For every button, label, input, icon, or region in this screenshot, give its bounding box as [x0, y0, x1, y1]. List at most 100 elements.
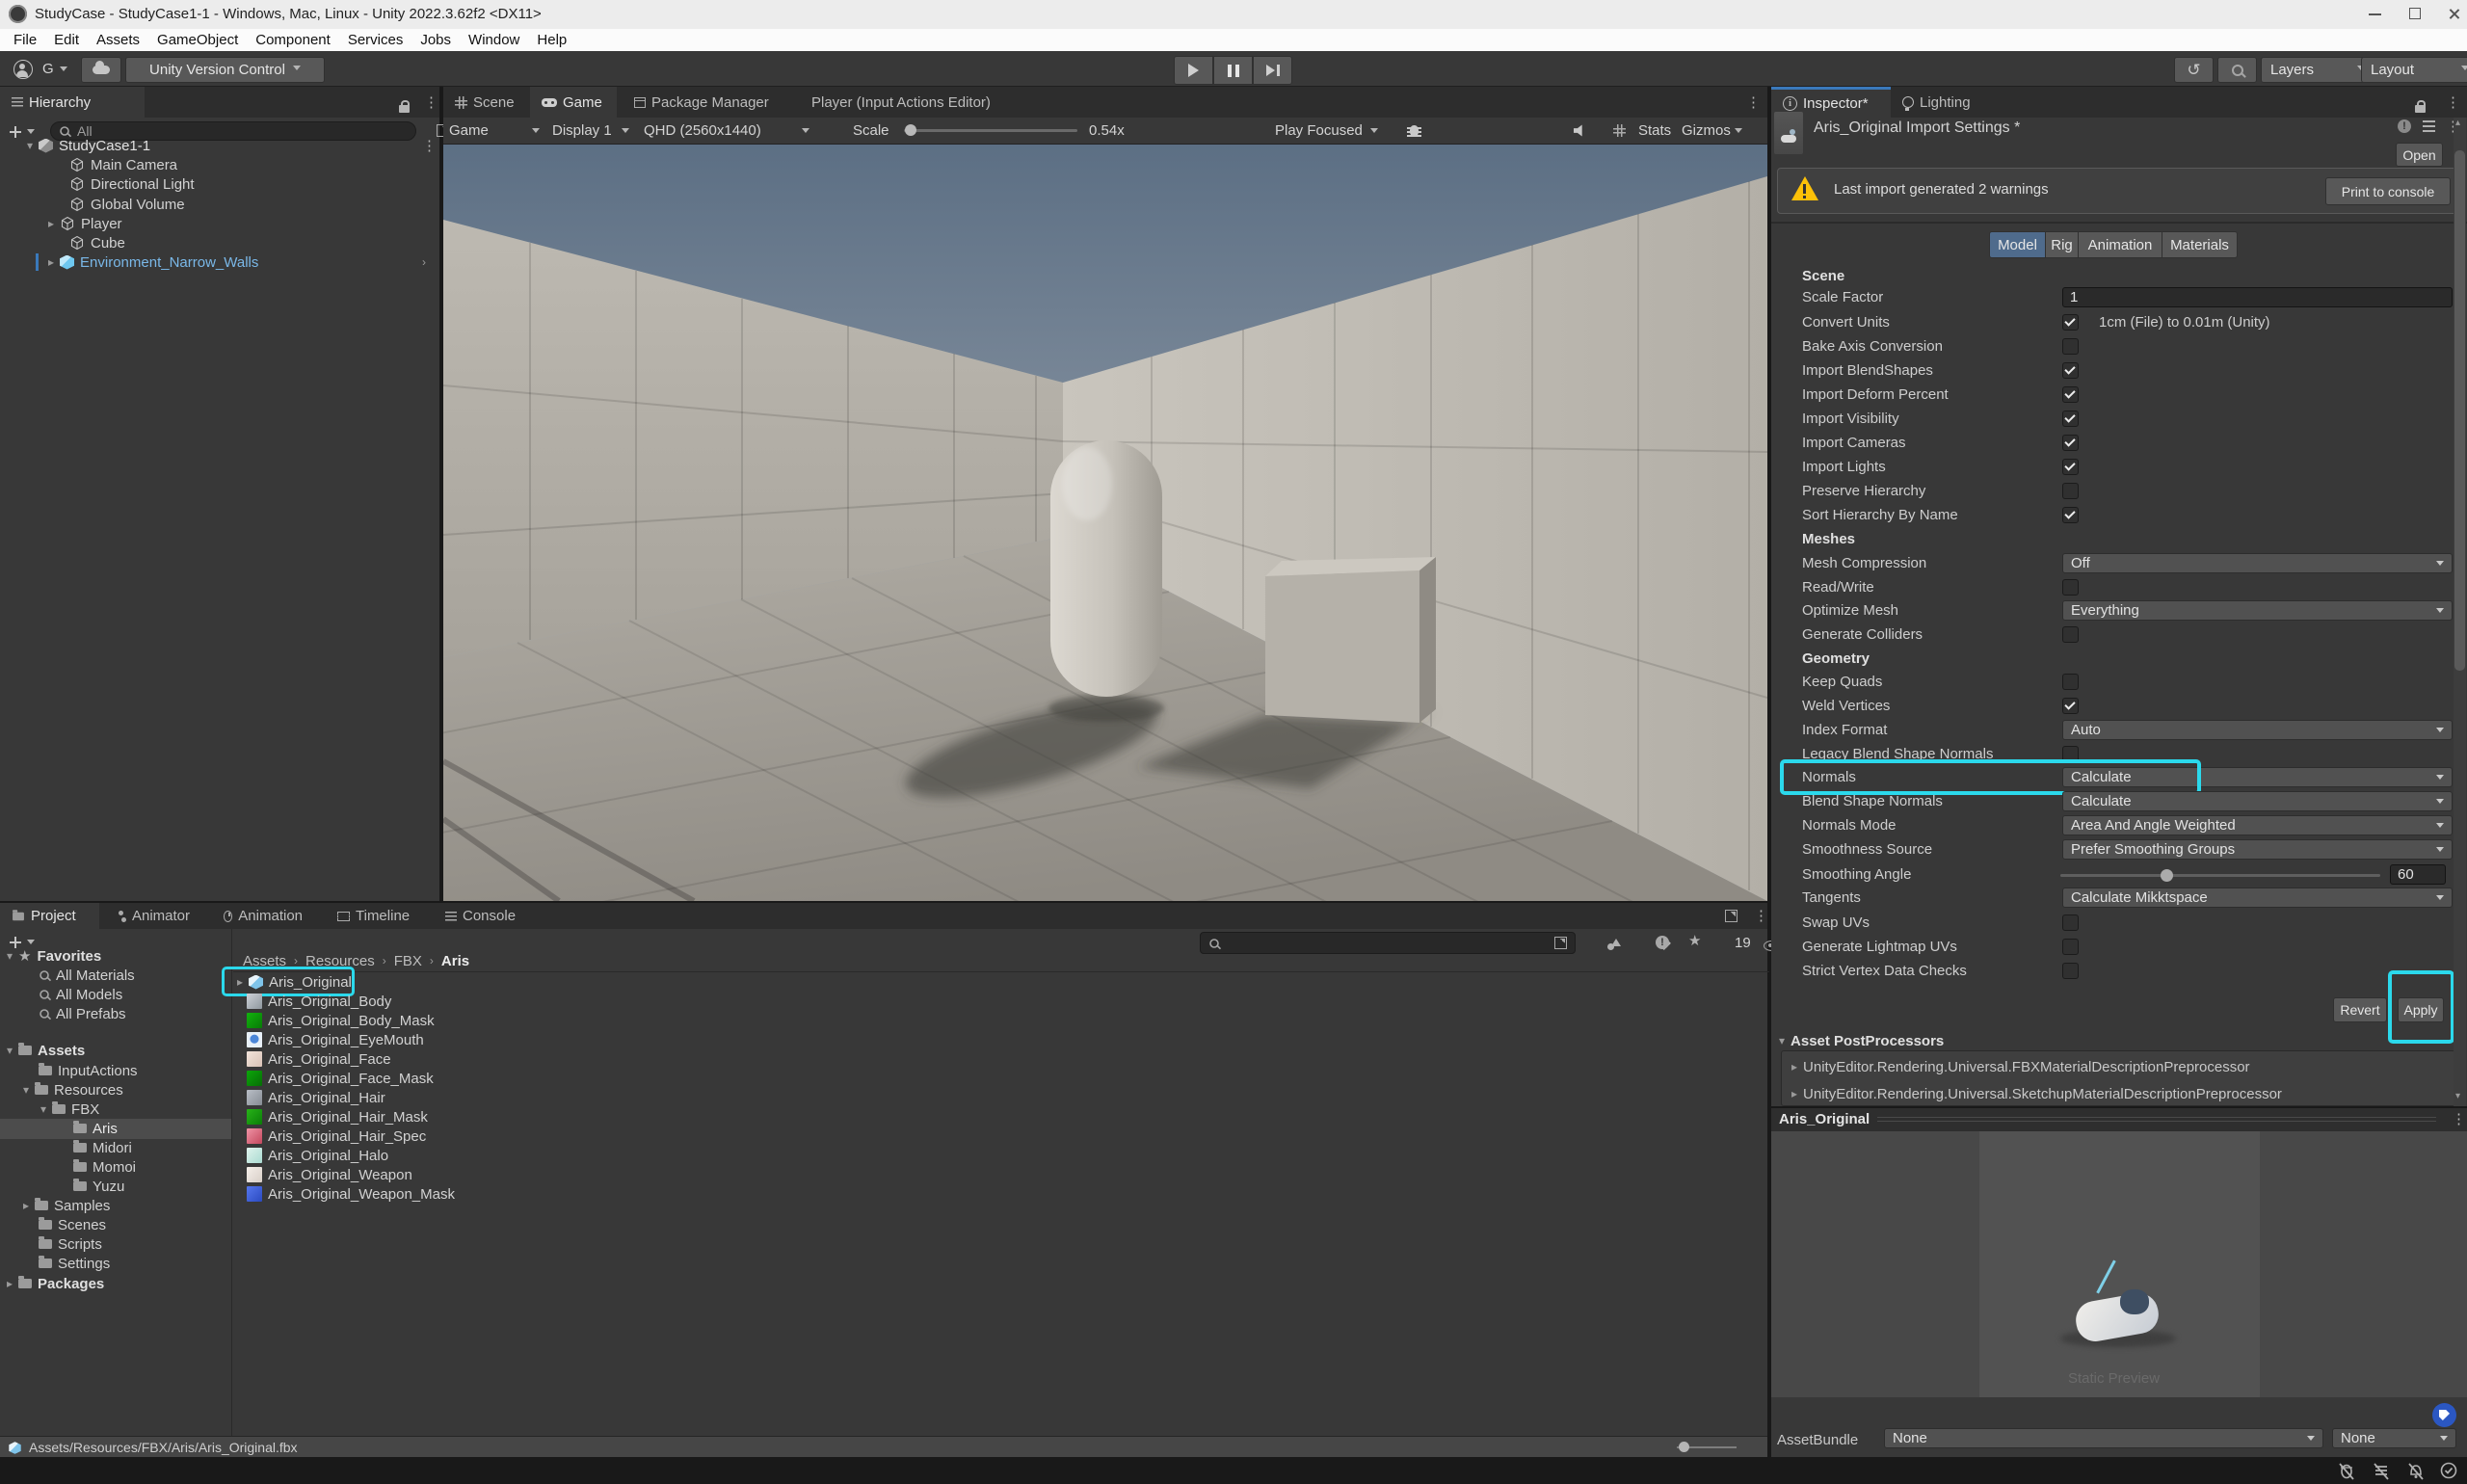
game-viewport[interactable]: [443, 145, 1767, 901]
chevron-down-icon[interactable]: [1370, 128, 1378, 137]
menu-assets[interactable]: Assets: [96, 32, 140, 48]
tangents-dropdown[interactable]: Calculate Mikktspace: [2062, 888, 2453, 908]
icon-size-knob[interactable]: [1679, 1442, 1689, 1452]
postprocessor-item[interactable]: ▸UnityEditor.Rendering.Universal.FBXMate…: [1791, 1057, 2250, 1076]
mute-audio-icon[interactable]: [1574, 124, 1587, 137]
play-button[interactable]: [1174, 56, 1213, 85]
hierarchy-item-global-volume[interactable]: Global Volume: [69, 195, 185, 214]
hierarchy-item-environment-narrow-walls[interactable]: ▸ Environment_Narrow_Walls ›: [48, 252, 434, 272]
foldout-closed-icon[interactable]: ▸: [48, 217, 54, 230]
mesh-compression-dropdown[interactable]: Off: [2062, 553, 2453, 573]
tab-scene[interactable]: Scene: [443, 87, 526, 118]
chevron-down-icon[interactable]: [622, 128, 629, 137]
tab-game[interactable]: Game: [530, 87, 617, 118]
file-row[interactable]: Aris_Original_Halo: [247, 1146, 388, 1165]
preserve-hierarchy-checkbox[interactable]: [2062, 483, 2079, 499]
generate-colliders-checkbox[interactable]: [2062, 626, 2079, 643]
project-search-input[interactable]: [1200, 932, 1576, 954]
smoothing-angle-field[interactable]: 60: [2390, 864, 2446, 885]
tree-momoi[interactable]: Momoi: [73, 1157, 136, 1177]
resolution-dropdown[interactable]: QHD (2560x1440): [644, 121, 761, 141]
foldout-closed-icon[interactable]: ▸: [48, 255, 54, 269]
bake-axis-conversion-checkbox[interactable]: [2062, 338, 2079, 355]
prefab-open-chevron-icon[interactable]: ›: [422, 255, 426, 269]
scale-slider[interactable]: [904, 129, 1077, 132]
account-chevron-icon[interactable]: [60, 66, 67, 75]
inspector-scrollbar-thumb[interactable]: [2454, 150, 2465, 671]
file-row[interactable]: Aris_Original_Weapon: [247, 1165, 412, 1184]
read-write-checkbox[interactable]: [2062, 579, 2079, 596]
tree-resources[interactable]: ▾Resources: [23, 1080, 123, 1100]
account-label[interactable]: G: [42, 60, 54, 79]
lock-icon[interactable]: [2415, 105, 2426, 113]
hierarchy-item-player[interactable]: ▸ Player: [48, 214, 122, 233]
tree-scenes[interactable]: Scenes: [39, 1215, 106, 1234]
search-by-type-icon[interactable]: [1607, 939, 1621, 950]
tab-package-manager[interactable]: Package Manager: [623, 87, 792, 118]
debug-bug-icon[interactable]: [1410, 125, 1419, 137]
index-format-dropdown[interactable]: Auto: [2062, 720, 2453, 740]
tab-lighting[interactable]: Lighting: [1891, 87, 1982, 118]
breadcrumb-aris[interactable]: Aris: [441, 953, 469, 969]
tab-console[interactable]: Console: [434, 903, 530, 929]
close-button[interactable]: [2448, 8, 2460, 20]
dock-icon[interactable]: [1725, 910, 1738, 922]
smoothing-angle-slider[interactable]: [2060, 874, 2380, 877]
vsync-grid-icon[interactable]: [1613, 124, 1626, 137]
file-row[interactable]: Aris_Original_EyeMouth: [247, 1030, 424, 1049]
help-icon[interactable]: [2398, 119, 2411, 133]
materials-tab[interactable]: Materials: [2162, 231, 2238, 258]
search-button[interactable]: [2217, 57, 2257, 83]
favorite-all-models[interactable]: All Models: [39, 985, 122, 1004]
favorite-all-materials[interactable]: All Materials: [39, 966, 135, 985]
progress-check-icon[interactable]: [2438, 1460, 2459, 1481]
more-options-icon[interactable]: [424, 93, 438, 112]
search-in-icon[interactable]: [1554, 937, 1567, 949]
menu-edit[interactable]: Edit: [54, 32, 79, 48]
presets-icon[interactable]: [2423, 120, 2435, 132]
model-tab[interactable]: Model: [1989, 231, 2046, 258]
assetbundle-dropdown[interactable]: None: [1884, 1428, 2323, 1448]
favorite-all-prefabs[interactable]: All Prefabs: [39, 1004, 126, 1023]
minimize-button[interactable]: [2369, 13, 2381, 15]
lock-icon[interactable]: [399, 105, 410, 113]
scroll-up-icon[interactable]: ▴: [2455, 118, 2460, 128]
account-icon[interactable]: [13, 60, 33, 79]
cloud-button[interactable]: [81, 57, 121, 83]
tab-animation[interactable]: Animation: [212, 903, 314, 929]
layout-dropdown[interactable]: Layout: [2361, 57, 2467, 83]
tab-animator[interactable]: Animator: [107, 903, 201, 929]
import-blendshapes-checkbox[interactable]: [2062, 362, 2079, 379]
foldout-open-icon[interactable]: ▾: [1779, 1034, 1785, 1047]
menu-component[interactable]: Component: [255, 32, 331, 48]
tree-aris[interactable]: Aris: [73, 1119, 118, 1138]
tree-yuzu[interactable]: Yuzu: [73, 1177, 124, 1196]
file-row[interactable]: Aris_Original_Hair_Spec: [247, 1126, 426, 1146]
scroll-down-icon[interactable]: ▾: [2455, 1091, 2460, 1101]
display-target-dropdown[interactable]: Game: [449, 121, 489, 141]
more-options-icon[interactable]: [2452, 1110, 2466, 1128]
preview-area[interactable]: Static Preview: [1771, 1131, 2467, 1397]
tree-assets[interactable]: ▾Assets: [7, 1041, 85, 1060]
tree-settings[interactable]: Settings: [39, 1254, 110, 1273]
swap-uvs-checkbox[interactable]: [2062, 914, 2079, 931]
breadcrumb-fbx[interactable]: FBX: [394, 953, 422, 969]
import-visibility-checkbox[interactable]: [2062, 411, 2079, 427]
hierarchy-item-cube[interactable]: Cube: [69, 233, 125, 252]
assetbundle-variant-dropdown[interactable]: None: [2332, 1428, 2456, 1448]
weld-vertices-checkbox[interactable]: [2062, 698, 2079, 714]
file-row[interactable]: Aris_Original_Body: [247, 992, 391, 1011]
foldout-open-icon[interactable]: ▾: [27, 139, 33, 152]
file-row[interactable]: Aris_Original_Hair: [247, 1088, 385, 1107]
hierarchy-scene-row[interactable]: ▾ StudyCase1-1: [0, 136, 439, 155]
drag-handle[interactable]: [1877, 1117, 2436, 1123]
gizmos-dropdown[interactable]: Gizmos: [1682, 121, 1731, 141]
blend-shape-normals-dropdown[interactable]: Calculate: [2062, 791, 2453, 811]
smoothing-angle-knob[interactable]: [2161, 869, 2173, 882]
assetbundle-tag-icon[interactable]: [2432, 1403, 2456, 1427]
open-button[interactable]: Open: [2396, 143, 2443, 167]
file-row[interactable]: Aris_Original_Face_Mask: [247, 1069, 434, 1088]
tree-inputactions[interactable]: InputActions: [39, 1061, 138, 1080]
animation-tab[interactable]: Animation: [2078, 231, 2162, 258]
more-options-icon[interactable]: [422, 137, 437, 154]
